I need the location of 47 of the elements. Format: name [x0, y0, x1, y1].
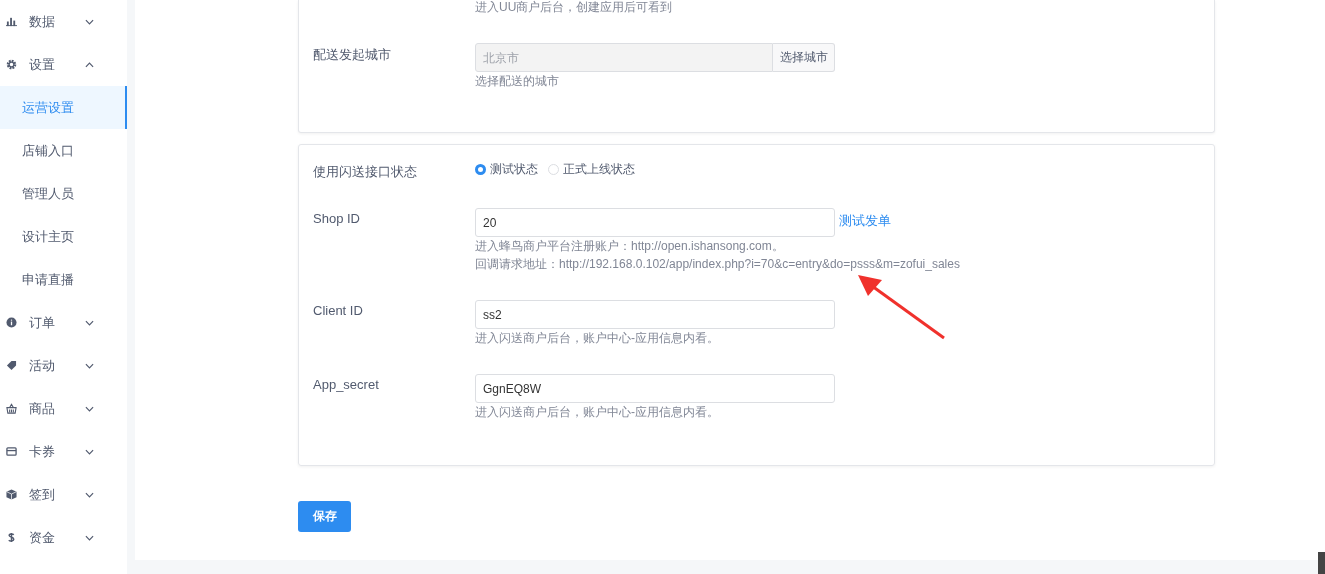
field-label: Shop ID: [313, 210, 360, 226]
help-text: 进入UU商户后台，创建应用后可看到: [475, 0, 674, 14]
sidebar-item[interactable]: 数据: [0, 0, 127, 43]
sidebar-item[interactable]: 资金: [0, 516, 127, 559]
sidebar-item[interactable]: 签到: [0, 473, 127, 516]
input-field[interactable]: GgnEQ8W: [475, 374, 835, 403]
help-text: 进入闪送商户后台，账户中心-应用信息内看。: [475, 330, 720, 347]
field-label: Client ID: [313, 302, 363, 318]
field-label: 使用闪送接口状态: [313, 163, 417, 181]
radio-option[interactable]: 测试状态: [475, 160, 538, 178]
help-text: 选择配送的城市: [475, 73, 560, 90]
scrollbar-thumb[interactable]: [1318, 552, 1325, 574]
chevron-up-icon: [85, 61, 94, 68]
sidebar-item[interactable]: 卡券: [0, 430, 127, 473]
sidebar-subitem[interactable]: 设计主页: [0, 215, 127, 258]
help-text: 进入蜂鸟商户平台注册账户：http://open.ishansong.com。: [475, 238, 785, 255]
chevron-down-icon: [85, 18, 94, 25]
bar-chart-icon: [6, 16, 17, 27]
input-field[interactable]: ss2: [475, 300, 835, 329]
chevron-down-icon: [85, 534, 94, 541]
info-icon: [6, 317, 17, 328]
field-label: App_secret: [313, 376, 379, 392]
sidebar-item[interactable]: 设置: [0, 43, 127, 86]
tag-icon: [6, 360, 17, 371]
sidebar-item[interactable]: 商品: [0, 387, 127, 430]
radio-option[interactable]: 正式上线状态: [548, 160, 635, 178]
dollar-icon: [6, 532, 17, 543]
chevron-down-icon: [85, 405, 94, 412]
sidebar-subitem[interactable]: 申请直播: [0, 258, 127, 301]
sidebar-item[interactable]: 活动: [0, 344, 127, 387]
gear-icon: [6, 59, 17, 70]
chevron-down-icon: [85, 448, 94, 455]
test-order-link[interactable]: 测试发单: [839, 211, 891, 230]
help-text: 回调请求地址：http://192.168.0.102/app/index.php?i=70&c=entry&do=psss&m=zofui_sales: [475, 256, 961, 273]
field-label: 配送发起城市: [313, 46, 391, 64]
sidebar-subitem[interactable]: 管理人员: [0, 172, 127, 215]
input-field[interactable]: 20: [475, 208, 835, 237]
help-text: 进入闪送商户后台，账户中心-应用信息内看。: [475, 404, 720, 421]
basket-icon: [6, 403, 17, 414]
chevron-down-icon: [85, 319, 94, 326]
select-city-button[interactable]: 选择城市: [773, 43, 835, 72]
chevron-down-icon: [85, 491, 94, 498]
sidebar-item[interactable]: 订单: [0, 301, 127, 344]
sidebar-subitem[interactable]: 店铺入口: [0, 129, 127, 172]
chevron-down-icon: [85, 362, 94, 369]
cube-icon: [6, 489, 17, 500]
card-icon: [6, 446, 17, 457]
